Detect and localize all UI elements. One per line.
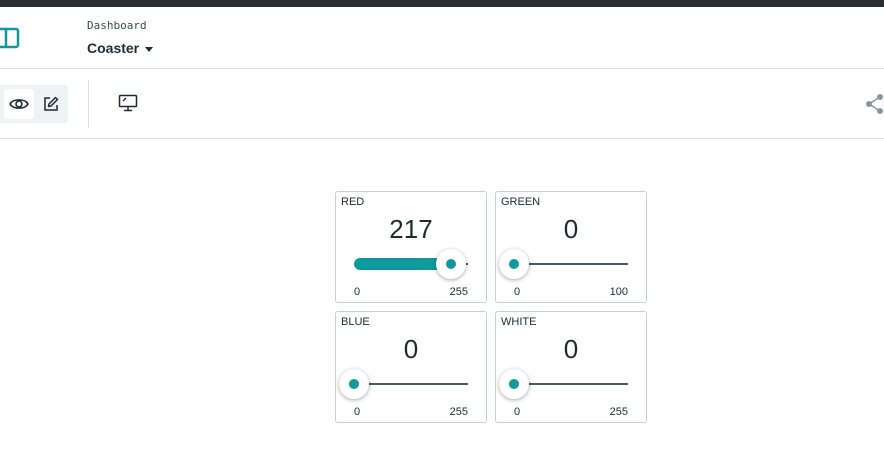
widget-value: 0 [403,334,419,364]
widget-value: 0 [563,334,579,364]
sidebar-icon[interactable] [0,27,20,49]
widget-title: WHITE [501,316,537,328]
share-button[interactable] [864,92,884,116]
widget-title: BLUE [341,316,370,328]
widget-value: 217 [389,214,433,244]
slider-widget-red: RED 217 0 255 [335,191,487,303]
breadcrumb[interactable]: Dashboard [87,19,147,32]
slider-track[interactable] [354,383,468,385]
slider-thumb[interactable] [339,369,369,399]
edit-mode-button[interactable] [36,89,66,119]
slider-min-label: 0 [514,406,521,418]
pencil-icon [44,96,59,111]
toolbar-divider [88,80,89,128]
widget-title: GREEN [501,196,541,208]
view-mode-button[interactable] [4,89,34,119]
slider-thumb-dot [349,379,359,389]
slider-max-label: 255 [449,406,468,418]
slider-thumb-dot [509,379,519,389]
slider-widget-white: WHITE 0 0 255 [495,311,647,423]
slider-track[interactable] [514,263,628,265]
slider-track[interactable] [514,383,628,385]
widget-value: 0 [563,214,579,244]
dashboard-name: Coaster [87,40,140,56]
slider-max-label: 255 [449,286,468,298]
dashboard-selector[interactable]: Coaster [87,40,154,56]
widget-title: RED [341,196,365,208]
slider-widget-blue: BLUE 0 0 255 [335,311,487,423]
app-top-bar [0,0,884,7]
mode-toggle-group [0,85,68,123]
eye-icon [9,99,29,109]
slider-min-label: 0 [354,286,361,298]
slider-thumb[interactable] [436,249,466,279]
slider-widget-green: GREEN 0 0 100 [495,191,647,303]
slider-max-label: 255 [609,406,628,418]
monitor-icon [118,94,138,112]
slider-thumb-dot [446,259,456,269]
device-view-button[interactable] [114,89,142,117]
slider-thumb-dot [509,259,519,269]
caret-down-icon [145,46,154,52]
slider-thumb[interactable] [499,369,529,399]
slider-min-label: 0 [354,406,361,418]
slider-thumb[interactable] [499,249,529,279]
dashboard-toolbar [0,69,884,139]
slider-min-label: 0 [514,286,521,298]
slider-max-label: 100 [609,286,628,298]
dashboard-header: Dashboard Coaster [0,7,884,69]
share-icon [866,94,883,114]
